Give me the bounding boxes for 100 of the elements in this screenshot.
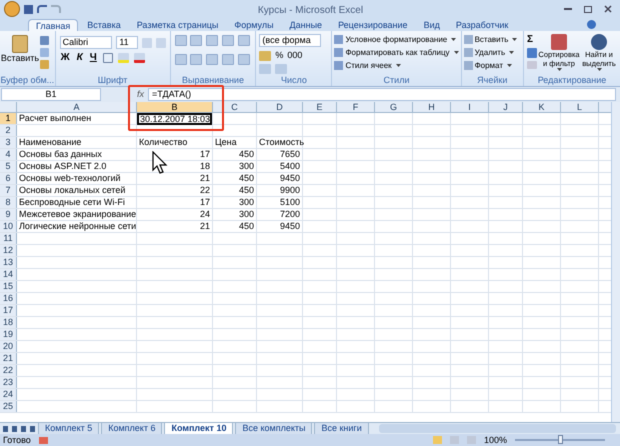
row-header[interactable]: 17	[0, 305, 17, 316]
table-cell[interactable]: 7650	[259, 149, 300, 160]
row-header[interactable]: 21	[0, 353, 17, 364]
column-header[interactable]: G	[375, 102, 413, 112]
zoom-slider-thumb[interactable]	[558, 435, 563, 444]
table-cell[interactable]: 17	[139, 149, 210, 160]
table-cell[interactable]: 18	[139, 161, 210, 172]
ribbon-tab[interactable]: Разработчик	[448, 19, 516, 31]
column-header[interactable]: J	[489, 102, 523, 112]
name-box[interactable]: B1	[1, 88, 101, 101]
row-header[interactable]: 4	[0, 149, 17, 160]
row-header[interactable]: 15	[0, 281, 17, 292]
row-header[interactable]: 22	[0, 365, 17, 376]
styles-menu-button[interactable]: Стили ячеек	[334, 60, 401, 71]
table-cell[interactable]: Количество	[139, 137, 210, 148]
ribbon-tab[interactable]: Данные	[282, 19, 330, 31]
font-name-field[interactable]: Calibri	[60, 36, 112, 49]
row-header[interactable]: 6	[0, 173, 17, 184]
table-cell[interactable]: 21	[139, 173, 210, 184]
table-cell[interactable]: Основы баз данных	[19, 149, 134, 160]
column-header[interactable]: F	[337, 102, 375, 112]
percent-button[interactable]: %	[275, 50, 284, 61]
function-button[interactable]: fx	[137, 89, 144, 100]
maximize-button[interactable]	[584, 6, 592, 12]
ribbon-tab[interactable]: Формулы	[227, 19, 281, 31]
row-header[interactable]: 16	[0, 293, 17, 304]
thousands-button[interactable]: 000	[287, 50, 302, 61]
table-cell[interactable]: 17	[139, 197, 210, 208]
column-header[interactable]: L	[561, 102, 599, 112]
cells-menu-button[interactable]: Удалить	[464, 47, 514, 58]
table-cell[interactable]: Основы ASP.NET 2.0	[19, 161, 134, 172]
ribbon-tab[interactable]: Вставка	[80, 19, 128, 31]
table-cell[interactable]: 24	[139, 209, 210, 220]
table-cell[interactable]: 5400	[259, 161, 300, 172]
row-header[interactable]: 11	[0, 233, 17, 244]
sheet-tab[interactable]: Комплект 5	[38, 422, 100, 434]
ribbon-tab[interactable]: Рецензирование	[331, 19, 415, 31]
row-header[interactable]: 9	[0, 209, 17, 220]
table-cell[interactable]: 450	[215, 185, 254, 196]
font-size-field[interactable]: 11	[116, 36, 138, 49]
table-cell[interactable]: 450	[215, 221, 254, 232]
row-header[interactable]: 10	[0, 221, 17, 232]
table-cell[interactable]: 9900	[259, 185, 300, 196]
horizontal-scrollbar[interactable]	[378, 424, 616, 433]
table-cell[interactable]: Цена	[215, 137, 254, 148]
table-cell[interactable]: Беспроводные сети Wi-Fi	[19, 197, 134, 208]
column-header[interactable]: B	[137, 102, 213, 112]
bold-button[interactable]: Ж	[60, 52, 71, 64]
formula-field[interactable]: =ТДАТА()	[148, 88, 616, 101]
cells-menu-button[interactable]: Формат	[464, 60, 512, 71]
row-header[interactable]: 24	[0, 389, 17, 400]
row-header[interactable]: 19	[0, 329, 17, 340]
row-header[interactable]: 20	[0, 341, 17, 352]
column-header[interactable]: D	[257, 102, 303, 112]
column-header[interactable]: E	[303, 102, 337, 112]
vertical-scrollbar[interactable]	[611, 102, 620, 422]
borders-icon[interactable]	[102, 53, 113, 63]
row-header[interactable]: 7	[0, 185, 17, 196]
table-cell[interactable]: 9450	[259, 173, 300, 184]
table-cell[interactable]: 9450	[259, 221, 300, 232]
table-cell[interactable]: 300	[215, 161, 254, 172]
autosum-button[interactable]: Σ	[526, 34, 537, 45]
table-cell[interactable]: Основы локальных сетей	[19, 185, 134, 196]
table-cell[interactable]: 21	[139, 221, 210, 232]
row-header[interactable]: 14	[0, 269, 17, 280]
undo-icon[interactable]	[37, 5, 47, 13]
row-header[interactable]: 8	[0, 197, 17, 208]
table-cell[interactable]: 300	[215, 209, 254, 220]
ribbon-tab[interactable]: Разметка страницы	[130, 19, 226, 31]
close-icon[interactable]	[604, 5, 612, 13]
row-header[interactable]: 25	[0, 401, 17, 412]
cells-menu-button[interactable]: Вставить	[464, 34, 518, 45]
font-color-icon[interactable]	[134, 53, 145, 63]
row-header[interactable]: 3	[0, 137, 17, 148]
column-header[interactable]: K	[523, 102, 561, 112]
row-header[interactable]: 23	[0, 377, 17, 388]
table-cell[interactable]: 7200	[259, 209, 300, 220]
underline-button[interactable]: Ч	[88, 52, 98, 64]
row-header[interactable]: 13	[0, 257, 17, 268]
sheet-tab[interactable]: Все книги	[314, 422, 369, 434]
redo-icon[interactable]	[51, 5, 61, 13]
column-header[interactable]: H	[413, 102, 451, 112]
table-cell[interactable]: Межсетевое экранирование	[19, 209, 134, 220]
column-header[interactable]: C	[213, 102, 257, 112]
ribbon-tab[interactable]: Главная	[28, 19, 78, 31]
sheet-tab[interactable]: Комплект 6	[101, 422, 162, 434]
table-cell[interactable]: 450	[215, 173, 254, 184]
table-cell[interactable]: Логические нейронные сети	[19, 221, 134, 232]
fill-color-icon[interactable]	[118, 53, 129, 63]
row-header[interactable]: 5	[0, 161, 17, 172]
sheet-tab[interactable]: Комплект 10	[164, 422, 234, 434]
row-header[interactable]: 2	[0, 125, 17, 136]
styles-menu-button[interactable]: Условное форматирование	[334, 34, 456, 45]
number-format-field[interactable]: (все форма	[259, 34, 322, 47]
row-header[interactable]: 18	[0, 317, 17, 328]
italic-button[interactable]: К	[76, 52, 84, 64]
table-cell[interactable]: 5100	[259, 197, 300, 208]
ribbon-tab[interactable]: Вид	[416, 19, 447, 31]
row-header[interactable]: 12	[0, 245, 17, 256]
styles-menu-button[interactable]: Форматировать как таблицу	[334, 47, 459, 58]
